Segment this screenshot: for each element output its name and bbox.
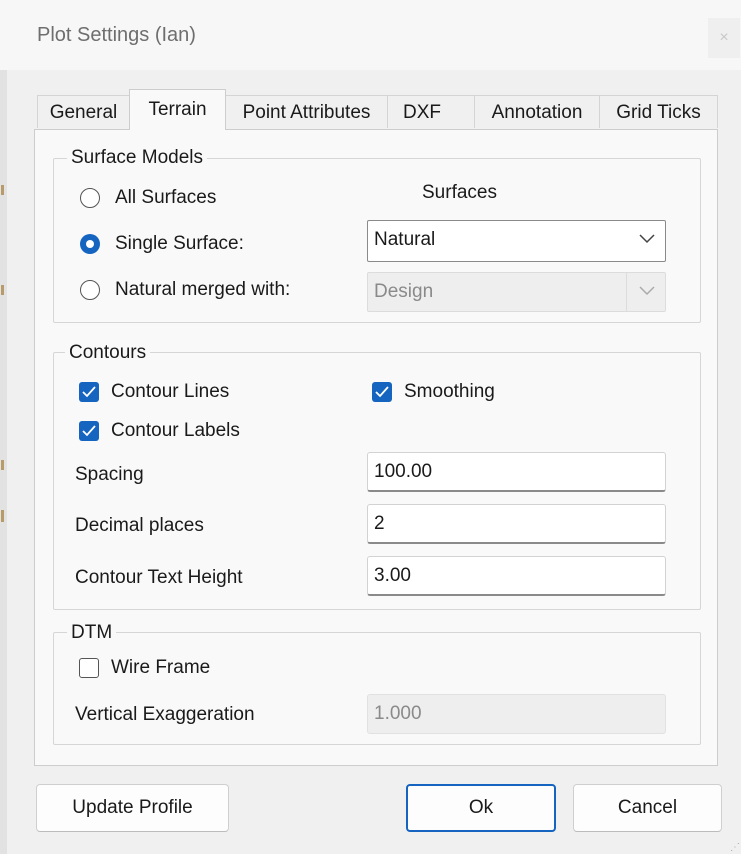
natural-merged-label: Natural merged with:: [115, 279, 291, 300]
cancel-button[interactable]: Cancel: [573, 784, 722, 832]
checkmark-icon: [82, 425, 96, 437]
single-surface-select-value: Natural: [374, 229, 436, 250]
contour-lines-checkbox[interactable]: [79, 382, 99, 402]
wire-frame-label: Wire Frame: [111, 657, 211, 678]
contour-labels-checkbox[interactable]: [79, 421, 99, 441]
tab-general[interactable]: General: [37, 95, 130, 128]
decimal-places-input[interactable]: 2: [367, 504, 666, 544]
single-surface-label: Single Surface:: [115, 233, 244, 254]
resize-grip-icon[interactable]: ⋰: [730, 842, 740, 853]
chevron-down-icon: [639, 234, 655, 244]
select-divider: [626, 273, 627, 311]
natural-merged-radio[interactable]: [80, 280, 100, 300]
decimal-places-value: 2: [374, 513, 385, 534]
tab-grid-ticks[interactable]: Grid Ticks: [599, 95, 718, 128]
tab-point-attributes[interactable]: Point Attributes: [225, 95, 388, 128]
surface-models-legend: Surface Models: [67, 148, 208, 168]
dtm-legend: DTM: [67, 623, 117, 643]
smoothing-label: Smoothing: [404, 381, 495, 402]
all-surfaces-label: All Surfaces: [115, 187, 217, 208]
background-window-edge: [0, 70, 7, 854]
contour-text-height-input[interactable]: 3.00: [367, 556, 666, 596]
tab-annotation[interactable]: Annotation: [474, 95, 600, 128]
vertical-exaggeration-label: Vertical Exaggeration: [75, 704, 255, 725]
checkmark-icon: [82, 386, 96, 398]
contour-text-height-value: 3.00: [374, 565, 411, 586]
vertical-exaggeration-input: 1.000: [367, 694, 666, 734]
chevron-down-icon: [639, 286, 655, 296]
tab-terrain[interactable]: Terrain: [129, 89, 226, 130]
contour-lines-label: Contour Lines: [111, 381, 230, 402]
contour-text-height-label: Contour Text Height: [75, 567, 243, 588]
merged-with-select: Design: [367, 272, 666, 312]
all-surfaces-radio[interactable]: [80, 188, 100, 208]
tab-dxf[interactable]: DXF: [387, 95, 475, 128]
spacing-label: Spacing: [75, 464, 144, 485]
update-profile-button[interactable]: Update Profile: [36, 784, 229, 832]
single-surface-select[interactable]: Natural: [367, 220, 666, 262]
ok-button[interactable]: Ok: [406, 784, 556, 832]
single-surface-radio[interactable]: [80, 234, 100, 254]
surfaces-header: Surfaces: [422, 182, 497, 203]
contours-legend: Contours: [65, 343, 151, 363]
decimal-places-label: Decimal places: [75, 515, 204, 536]
smoothing-checkbox[interactable]: [372, 382, 392, 402]
spacing-input[interactable]: 100.00: [367, 452, 666, 492]
wire-frame-checkbox[interactable]: [79, 658, 99, 678]
contour-labels-label: Contour Labels: [111, 420, 240, 441]
merged-with-select-value: Design: [374, 281, 434, 302]
close-button[interactable]: ×: [708, 18, 740, 58]
vertical-exaggeration-value: 1.000: [374, 703, 422, 724]
spacing-value: 100.00: [374, 461, 433, 482]
window-title: Plot Settings (Ian): [37, 24, 196, 46]
terrain-tab-panel: Surface Models Surfaces All Surfaces Sin…: [34, 129, 718, 766]
checkmark-icon: [375, 386, 389, 398]
